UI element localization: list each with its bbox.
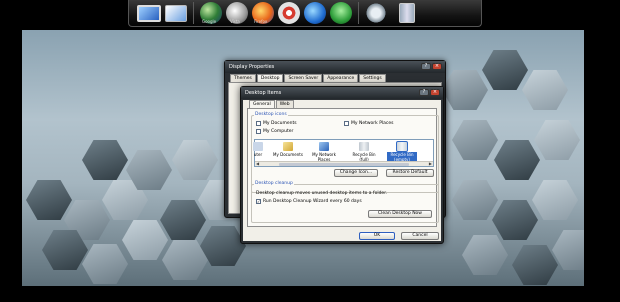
dialog-title: Desktop Items: [241, 87, 443, 99]
hexagon-decoration: [160, 200, 206, 240]
tab-themes[interactable]: Themes: [230, 74, 256, 82]
list-item[interactable]: Recycle Bin (empty): [387, 141, 417, 162]
tab-screen-saver[interactable]: Screen Saver: [284, 74, 323, 82]
checkbox-label: Run Desktop Cleanup Wizard every 60 days: [263, 199, 362, 204]
firefox-caption: Firefox: [254, 19, 268, 24]
clean-desktop-now-button[interactable]: Clean Desktop Now: [368, 210, 432, 218]
window-icon[interactable]: [165, 4, 187, 22]
list-item[interactable]: uter: [243, 142, 273, 157]
scroll-thumb[interactable]: [279, 163, 409, 166]
checkbox-my-computer[interactable]: My Computer: [256, 129, 293, 134]
monitor-icon[interactable]: [137, 4, 161, 22]
vista-caption: Vista: [230, 19, 240, 24]
checkbox-my-network-places[interactable]: My Network Places: [344, 121, 394, 126]
hexagon-decoration: [82, 244, 128, 284]
close-button[interactable]: ×: [432, 63, 442, 70]
title-buttons: ? ×: [420, 63, 442, 70]
hexagon-decoration: [494, 140, 540, 180]
ok-button[interactable]: OK: [359, 232, 395, 240]
group-title: Desktop cleanup: [254, 181, 294, 186]
network-places-icon: [319, 142, 329, 151]
checkbox-box[interactable]: [256, 121, 261, 126]
checkbox-my-documents[interactable]: My Documents: [256, 121, 297, 126]
hexagon-decoration: [482, 50, 528, 90]
title-buttons: ? ×: [418, 89, 440, 96]
help-button[interactable]: ?: [419, 89, 429, 96]
chrome-icon[interactable]: [278, 2, 300, 24]
item-caption: My Documents: [273, 152, 303, 157]
scroll-right-icon[interactable]: ▶: [429, 162, 432, 166]
hexagon-decoration: [512, 245, 558, 285]
dock-separator: [193, 2, 194, 24]
cleanup-description: Desktop cleanup moves unused desktop ite…: [256, 191, 388, 196]
hexagon-decoration: [522, 70, 568, 110]
hexagon-decoration: [492, 200, 538, 240]
general-panel: Desktop icons My Documents My Network Pl…: [247, 108, 439, 227]
scroll-left-icon[interactable]: ◀: [256, 162, 259, 166]
desktop-items-dialog: Desktop Items ? × General Web Desktop ic…: [240, 86, 444, 244]
globe-icon[interactable]: Google: [200, 2, 222, 24]
list-item[interactable]: My Documents: [273, 142, 303, 157]
globe-caption: Google: [202, 19, 217, 24]
window-title: Display Properties: [225, 61, 445, 73]
horizontal-scrollbar[interactable]: ◀ ▶: [255, 161, 433, 166]
list-item[interactable]: My Network Places: [309, 142, 339, 162]
checkbox-box[interactable]: [344, 121, 349, 126]
hexagon-decoration: [442, 70, 488, 110]
cancel-button[interactable]: Cancel: [401, 232, 439, 240]
computer-icon: [253, 142, 263, 151]
group-title: Desktop icons: [254, 112, 288, 117]
tab-web[interactable]: Web: [275, 100, 294, 108]
help-button[interactable]: ?: [421, 63, 431, 70]
tab-appearance[interactable]: Appearance: [323, 74, 359, 82]
hexagon-decoration: [452, 180, 498, 220]
checkbox-box[interactable]: ✓: [256, 199, 261, 204]
item-caption: uter: [253, 152, 263, 157]
hexagon-decoration: [172, 140, 218, 180]
vista-icon[interactable]: Vista: [226, 2, 248, 24]
media-player-icon[interactable]: [304, 2, 326, 24]
checkbox-label: My Network Places: [351, 121, 394, 126]
tab-settings[interactable]: Settings: [359, 74, 386, 82]
hexagon-decoration: [82, 140, 128, 180]
recycle-bin-icon[interactable]: [399, 3, 415, 23]
hexagon-decoration: [534, 120, 580, 160]
dock: Google Vista Firefox: [128, 0, 482, 27]
hexagon-decoration: [452, 120, 498, 160]
checkbox-label: My Documents: [263, 121, 297, 126]
firefox-icon[interactable]: Firefox: [252, 2, 274, 24]
messenger-icon[interactable]: [330, 2, 352, 24]
checkbox-run-cleanup[interactable]: ✓ Run Desktop Cleanup Wizard every 60 da…: [256, 199, 362, 204]
close-button[interactable]: ×: [430, 89, 440, 96]
hexagon-decoration: [532, 180, 578, 220]
checkbox-label: My Computer: [263, 129, 294, 134]
hexagon-decoration: [462, 235, 508, 275]
recycle-bin-empty-icon: [396, 141, 408, 152]
dock-separator: [358, 2, 359, 24]
gear-icon[interactable]: [365, 2, 387, 24]
change-icon-button[interactable]: Change Icon...: [334, 169, 378, 177]
recycle-bin-full-icon: [359, 142, 369, 151]
hexagon-decoration: [122, 220, 168, 260]
hexagon-decoration: [26, 180, 72, 220]
documents-folder-icon: [283, 142, 293, 151]
checkbox-box[interactable]: [256, 129, 261, 134]
dialog-client: General Web Desktop icons My Documents M…: [243, 100, 441, 241]
list-item[interactable]: Recycle Bin (full): [349, 142, 379, 162]
icon-list[interactable]: uter My Documents My Network Places Recy…: [253, 139, 434, 167]
restore-default-button[interactable]: Restore Default: [386, 169, 434, 177]
